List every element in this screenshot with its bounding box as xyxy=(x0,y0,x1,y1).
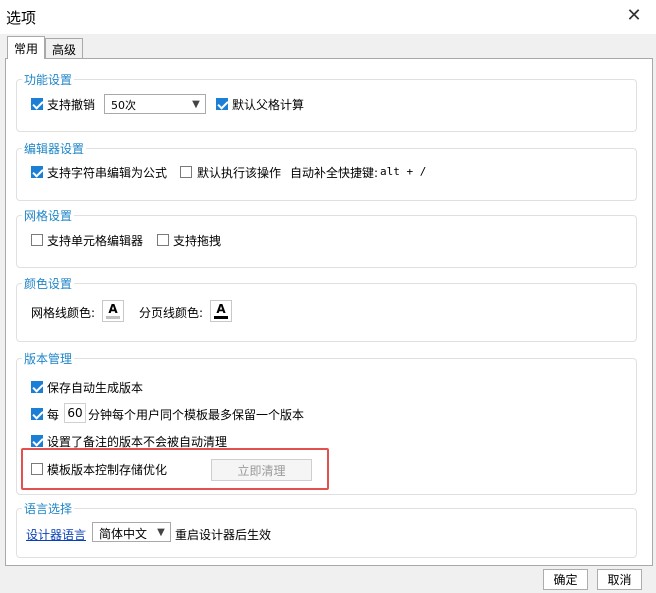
cell-editor-label: 支持单元格编辑器 xyxy=(47,234,144,248)
cancel-button[interactable]: 取消 xyxy=(597,569,642,590)
every-suffix: 分钟每个用户同个模板最多保留一个版本 xyxy=(88,408,305,422)
title-bar xyxy=(0,0,656,34)
color-settings-title: 颜色设置 xyxy=(22,275,75,292)
autocomplete-label: 自动补全快捷键: xyxy=(290,166,379,180)
every-prefix: 每 xyxy=(47,408,60,422)
every-minutes-checkbox[interactable] xyxy=(31,408,43,420)
default-execute-label: 默认执行该操作 xyxy=(197,166,282,180)
drag-label: 支持拖拽 xyxy=(173,234,222,248)
default-parent-checkbox[interactable] xyxy=(216,98,228,110)
font-color-icon: A xyxy=(108,302,118,316)
grid-line-color-button[interactable]: A xyxy=(102,300,124,322)
cell-editor-checkbox[interactable] xyxy=(31,234,43,246)
drag-checkbox[interactable] xyxy=(157,234,169,246)
page-line-color-button[interactable]: A xyxy=(210,300,232,322)
string-formula-label: 支持字符串编辑为公式 xyxy=(47,166,168,180)
string-formula-checkbox[interactable] xyxy=(31,166,43,178)
chevron-down-icon[interactable]: ▼ xyxy=(187,95,205,113)
designer-language-link[interactable]: 设计器语言 xyxy=(26,526,86,543)
editor-settings-title: 编辑器设置 xyxy=(22,140,87,157)
grid-line-color-label: 网格线颜色: xyxy=(31,306,96,320)
close-icon[interactable]: ✕ xyxy=(623,4,645,26)
autocomplete-shortcut: alt + / xyxy=(380,165,427,178)
storage-opt-label: 模板版本控制存储优化 xyxy=(47,463,168,477)
chevron-down-icon[interactable]: ▼ xyxy=(152,523,170,541)
auto-save-label: 保存自动生成版本 xyxy=(47,381,144,395)
undo-label: 支持撤销 xyxy=(47,98,96,112)
dialog-title: 选项 xyxy=(6,9,37,27)
undo-steps-select[interactable]: 50次 ▼ xyxy=(104,94,206,114)
page-line-color-label: 分页线颜色: xyxy=(139,306,204,320)
minutes-input[interactable]: 60 xyxy=(64,403,86,423)
font-color-icon: A xyxy=(216,302,226,316)
default-parent-label: 默认父格计算 xyxy=(232,98,305,112)
grid-line-color-swatch xyxy=(106,316,120,319)
default-execute-checkbox[interactable] xyxy=(180,166,192,178)
function-settings-title: 功能设置 xyxy=(22,71,75,88)
clean-now-button[interactable]: 立即清理 xyxy=(211,459,312,481)
restart-note: 重启设计器后生效 xyxy=(175,528,272,542)
auto-save-checkbox[interactable] xyxy=(31,381,43,393)
grid-settings-title: 网格设置 xyxy=(22,207,75,224)
language-title: 语言选择 xyxy=(22,500,75,517)
no-auto-clean-checkbox[interactable] xyxy=(31,435,43,447)
language-select-value: 简体中文 xyxy=(99,527,148,541)
undo-steps-value: 50次 xyxy=(111,99,136,112)
ok-button[interactable]: 确定 xyxy=(543,569,588,590)
undo-checkbox[interactable] xyxy=(31,98,43,110)
language-select[interactable]: 简体中文 ▼ xyxy=(92,522,171,542)
tab-general[interactable]: 常用 xyxy=(7,36,45,59)
page-line-color-swatch xyxy=(214,316,228,319)
version-management-title: 版本管理 xyxy=(22,350,75,367)
tab-advanced[interactable]: 高级 xyxy=(45,38,83,59)
storage-opt-checkbox[interactable] xyxy=(31,463,43,475)
